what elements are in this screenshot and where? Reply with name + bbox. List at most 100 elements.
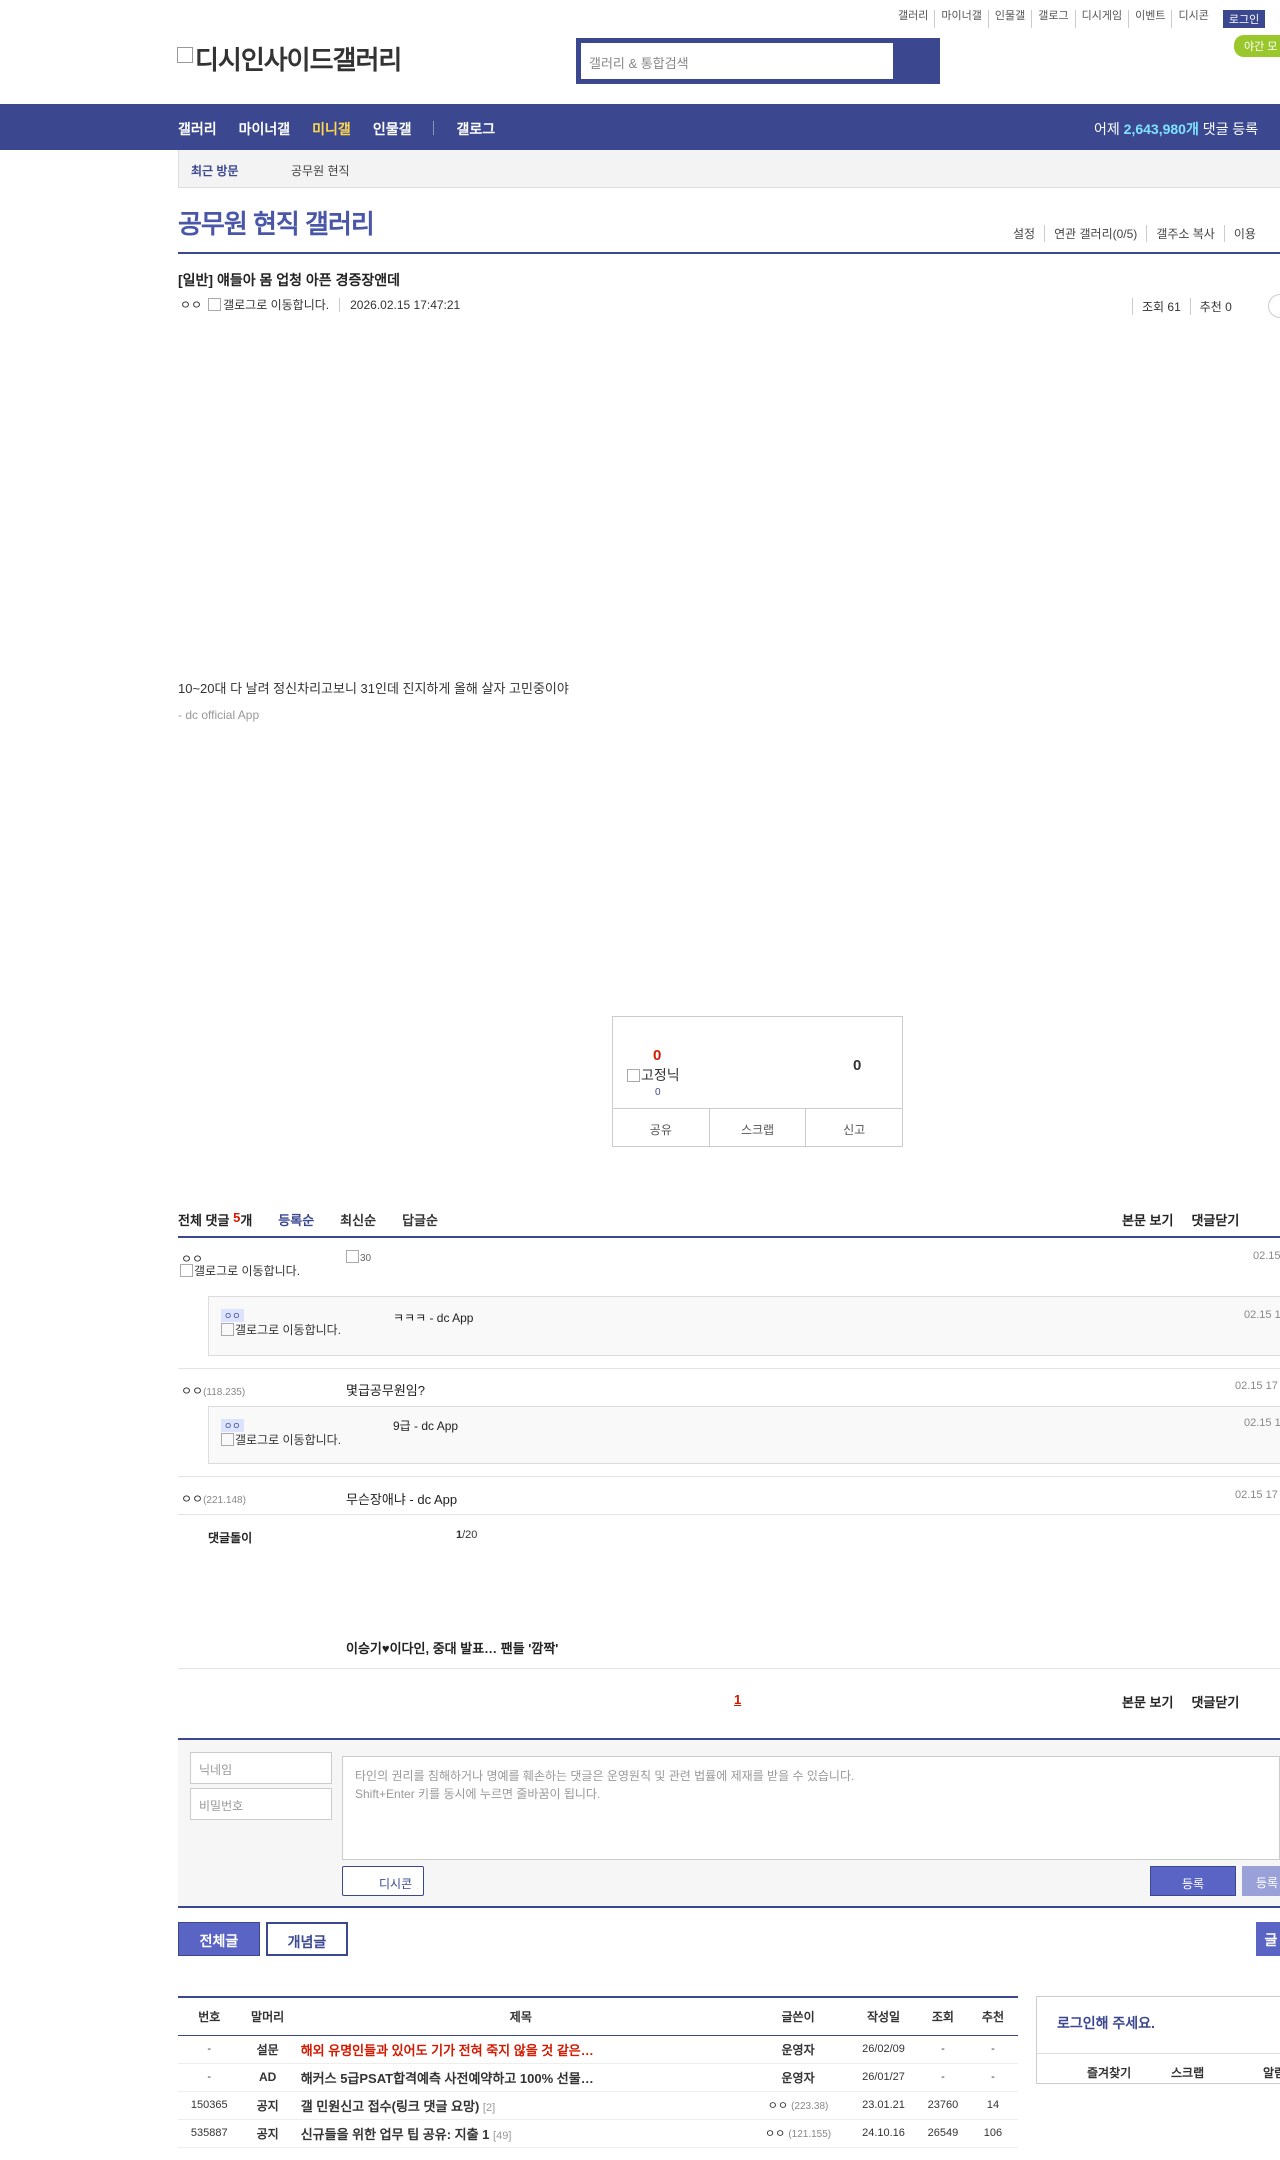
upvote-count[interactable]: 0 (653, 1047, 661, 1064)
gallery-option-settings[interactable]: 설정 (1004, 225, 1044, 242)
nav-gallery[interactable]: 갤러리 (178, 119, 217, 139)
row-recommend: - (967, 2035, 1018, 2064)
close-comments-button[interactable]: 댓글닫기 (1191, 1210, 1239, 1229)
login-button[interactable]: 로그인 (1222, 10, 1266, 28)
util-link-dccon[interactable]: 디시콘 (1171, 10, 1214, 28)
nav-mini-gallery[interactable]: 미니갤 (312, 119, 351, 139)
share-button[interactable]: 공유 (613, 1109, 709, 1146)
scrap-button[interactable]: 스크랩 (708, 1109, 806, 1146)
fixed-nick-label: 고정닉 (641, 1067, 680, 1083)
gallery-title[interactable]: 공무원 현직 갤러리 (178, 204, 375, 241)
view-body-button[interactable]: 본문 보기 (1122, 1692, 1173, 1711)
report-button[interactable]: 신고 (805, 1109, 902, 1146)
favorites-link[interactable]: 즐겨찾기 (1087, 2064, 1131, 2081)
row-writer-ip: (121.155) (788, 2129, 832, 2140)
reply-gallog-link[interactable]: 갤로그로 이동합니다. (221, 1433, 351, 1447)
row-writer[interactable]: ㅇㅇ (768, 2100, 788, 2112)
comment-date: 02.15 17 (1235, 1489, 1278, 1501)
row-number: - (178, 2035, 241, 2064)
row-title[interactable]: 해커스 5급PSAT합격예측 사전예약하고 100% 선물… (294, 2063, 747, 2092)
util-link-person[interactable]: 인물갤 (987, 10, 1031, 28)
nav-person-gallery[interactable]: 인물갤 (373, 119, 412, 139)
nickname-input[interactable]: 닉네임 (190, 1752, 332, 1784)
table-row[interactable]: 150365 공지 갤 민원신고 접수(링크 댓글 요망) [2] ㅇㅇ (22… (178, 2091, 1018, 2120)
post-more-button[interactable] (1268, 294, 1280, 318)
recent-visit-gallery[interactable]: 공무원 현직 (291, 162, 350, 179)
gallog-icon (221, 1433, 234, 1446)
reply-nick[interactable]: ㅇㅇ (221, 1419, 244, 1432)
row-writer[interactable]: ㅇㅇ (765, 2128, 785, 2140)
comment-textarea[interactable]: 타인의 권리를 침해하거나 명예를 훼손하는 댓글은 운영원칙 및 관련 법률에… (342, 1756, 1280, 1860)
logo-alt-text: 디시인사이드갤러리 (195, 45, 402, 75)
row-title[interactable]: 신규들을 위한 업무 팁 공유: 지출 1 (301, 2127, 490, 2142)
comment-count: 5 (233, 1210, 241, 1225)
broken-image-icon (177, 47, 193, 63)
night-mode-button[interactable]: 야간 모 (1234, 35, 1280, 57)
downvote-count[interactable]: 0 (853, 1057, 861, 1074)
reply-item: ㅇㅇ 갤로그로 이동합니다. ㅋㅋㅋ - dc App 02.15 1 (208, 1296, 1280, 1356)
gallog-alt: 갤로그로 이동합니다. (223, 298, 330, 312)
post-body-text: 10~20대 다 날려 정신차리고보니 31인데 진지하게 올해 살자 고민중이… (178, 681, 569, 696)
row-writer-cell[interactable]: ㅇㅇ (121.155) (747, 2119, 850, 2148)
util-link-gallog[interactable]: 갤로그 (1031, 10, 1074, 28)
scrap-link[interactable]: 스크랩 (1171, 2064, 1204, 2081)
comment-top-line (178, 1236, 1280, 1238)
table-row[interactable]: - 설문 해외 유명인들과 있어도 기가 전혀 죽지 않을 것 같은… 운영자 … (178, 2035, 1018, 2064)
row-writer[interactable]: 운영자 (747, 2063, 850, 2092)
row-reply-count[interactable]: [2] (483, 2102, 495, 2114)
write-button[interactable]: 글 (1256, 1922, 1280, 1956)
reply-date: 02.15 1 (1244, 1417, 1280, 1429)
sort-registered[interactable]: 등록순 (278, 1210, 314, 1229)
gallery-option-related[interactable]: 연관 갤러리(0/5) (1044, 225, 1146, 242)
gallog-icon[interactable] (208, 298, 222, 311)
util-link-gallery[interactable]: 갤러리 (892, 10, 934, 28)
dccon-button[interactable]: 디시콘 (342, 1866, 424, 1896)
search-input[interactable]: 갤러리 & 통합검색 (581, 43, 893, 79)
gallery-option-use[interactable]: 이용 (1223, 225, 1265, 242)
submit-secondary-button[interactable]: 등록 (1242, 1866, 1280, 1896)
view-body-button[interactable]: 본문 보기 (1122, 1210, 1173, 1229)
alarm-link[interactable]: 알림 (1263, 2064, 1280, 2081)
row-title-cell[interactable]: 갤 민원신고 접수(링크 댓글 요망) [2] (294, 2091, 747, 2120)
row-head: AD (240, 2063, 295, 2092)
row-views: - (917, 2035, 968, 2064)
row-title-cell[interactable]: 신규들을 위한 업무 팁 공유: 지출 1 [49] (294, 2119, 747, 2148)
row-title[interactable]: 해외 유명인들과 있어도 기가 전혀 죽지 않을 것 같은… (294, 2035, 747, 2064)
close-comments-button[interactable]: 댓글닫기 (1191, 1692, 1239, 1711)
recent-visit-label[interactable]: 최근 방문 (191, 162, 239, 179)
row-writer[interactable]: 운영자 (747, 2035, 850, 2064)
search-button[interactable] (895, 41, 937, 81)
row-number: 150365 (178, 2091, 241, 2120)
concept-posts-button[interactable]: 개념글 (266, 1922, 348, 1956)
reply-nick[interactable]: ㅇㅇ (221, 1309, 244, 1322)
comment-page-1[interactable]: 1 (734, 1692, 741, 1707)
site-logo[interactable]: 디시인사이드갤러리 (177, 40, 402, 77)
gallery-option-copy-url[interactable]: 갤주소 복사 (1146, 225, 1224, 242)
gallog-alt: 갤로그로 이동합니다. (235, 1433, 342, 1447)
all-posts-button[interactable]: 전체글 (178, 1922, 260, 1956)
row-writer-cell[interactable]: ㅇㅇ (223.38) (747, 2091, 850, 2120)
sort-replies[interactable]: 답글순 (402, 1210, 438, 1229)
submit-button[interactable]: 등록 (1150, 1866, 1236, 1896)
side-login-title[interactable]: 로그인해 주세요. (1057, 2013, 1155, 2033)
util-link-game[interactable]: 디시게임 (1074, 10, 1128, 28)
comment-gallog-link[interactable]: 갤로그로 이동합니다. (180, 1264, 310, 1278)
col-number: 번호 (178, 1997, 241, 2036)
reply-gallog-link[interactable]: 갤로그로 이동합니다. (221, 1323, 351, 1337)
table-row[interactable]: - AD 해커스 5급PSAT합격예측 사전예약하고 100% 선물… 운영자 … (178, 2063, 1018, 2092)
sort-latest[interactable]: 최신순 (340, 1210, 376, 1229)
nav-minor-gallery[interactable]: 마이너갤 (239, 119, 291, 139)
table-row[interactable]: 535887 공지 신규들을 위한 업무 팁 공유: 지출 1 [49] ㅇㅇ … (178, 2119, 1018, 2148)
news-link[interactable]: 이승기♥이다인, 중대 발표… 팬들 '깜짝' (346, 1638, 558, 1657)
fixed-nick-vote[interactable]: 고정닉 (627, 1065, 680, 1085)
util-link-event[interactable]: 이벤트 (1128, 10, 1171, 28)
nav-gallog[interactable]: 갤로그 (456, 119, 495, 139)
comment-ip: (221.148) (203, 1495, 246, 1506)
password-input[interactable]: 비밀번호 (190, 1788, 332, 1820)
comment-nick[interactable]: ㅇㅇ (181, 1384, 203, 1398)
comment-nick[interactable]: ㅇㅇ (181, 1492, 203, 1506)
util-link-minor[interactable]: 마이너갤 (934, 10, 987, 28)
row-title[interactable]: 갤 민원신고 접수(링크 댓글 요망) (301, 2099, 480, 2114)
post-author[interactable]: ㅇㅇ (180, 296, 202, 313)
row-reply-count[interactable]: [49] (493, 2130, 511, 2142)
